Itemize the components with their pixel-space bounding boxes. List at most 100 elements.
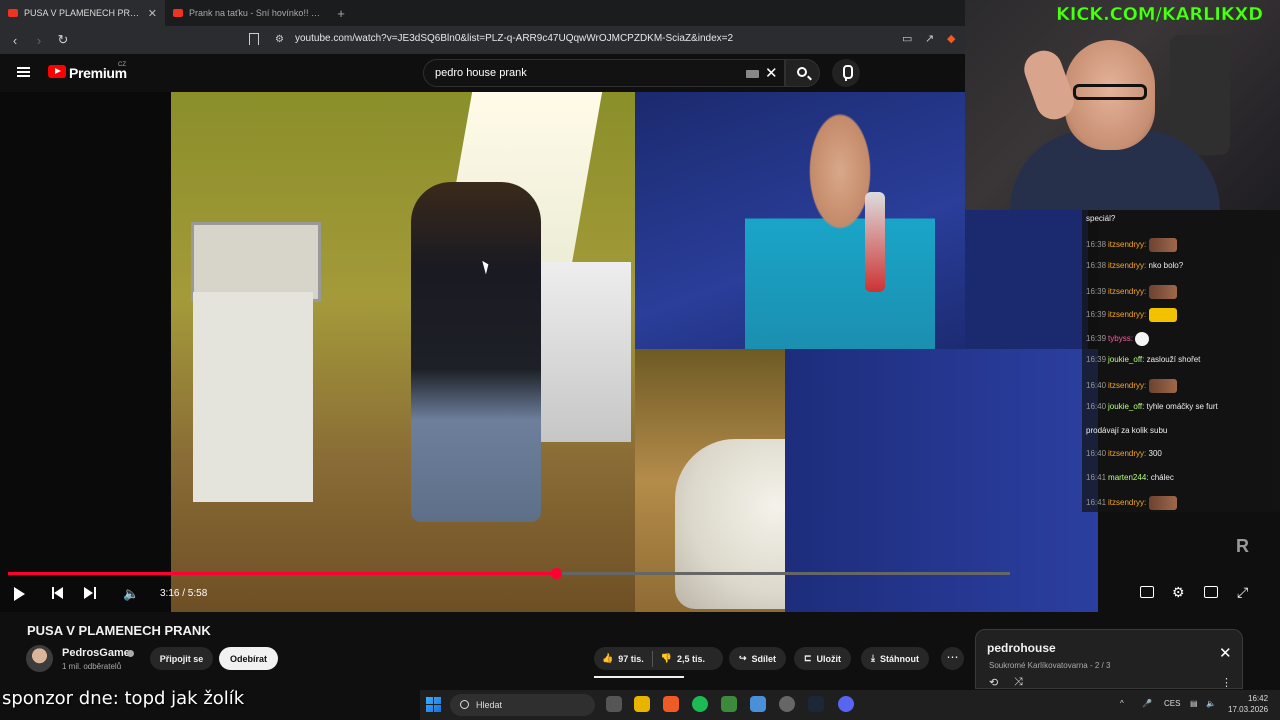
dislike-button[interactable]: 👎 2,5 tis. bbox=[653, 653, 713, 664]
next-icon[interactable] bbox=[84, 587, 96, 599]
search-button[interactable] bbox=[785, 59, 820, 87]
playlist-title[interactable]: pedrohouse bbox=[987, 641, 1056, 655]
tray-chevron-icon[interactable]: ^ bbox=[1120, 699, 1124, 708]
bookmark-icon: ⊏ bbox=[804, 653, 812, 663]
chat-username[interactable]: itzsendryy: bbox=[1108, 449, 1146, 458]
settings-icon[interactable]: ⚙ bbox=[1172, 584, 1185, 601]
join-button[interactable]: Připojit se bbox=[150, 647, 213, 670]
country-code: CZ bbox=[118, 62, 126, 68]
chat-username[interactable]: itzsendryy: bbox=[1108, 498, 1146, 507]
fullscreen-icon[interactable]: ⤢ bbox=[1237, 584, 1248, 601]
chat-message: 16:38 itzsendryy: nko bolo? bbox=[1086, 261, 1183, 270]
video-shelf bbox=[531, 262, 631, 442]
clear-search-icon[interactable]: ✕ bbox=[765, 64, 778, 82]
chat-message: 16:39 joukie_off: zaslouží shořet bbox=[1086, 355, 1200, 364]
chat-timestamp: 16:41 bbox=[1086, 472, 1107, 482]
previous-icon[interactable] bbox=[52, 587, 64, 599]
kick-url-overlay: KICK.COM/KARLIKXD bbox=[1056, 4, 1264, 26]
video-fridge bbox=[193, 292, 313, 502]
chat-username[interactable]: itzsendryy: bbox=[1108, 381, 1146, 390]
chat-message: 16:39 itzsendryy: bbox=[1086, 284, 1177, 299]
clock-time: 16:42 bbox=[1248, 694, 1269, 703]
app-icon[interactable] bbox=[750, 696, 766, 712]
playlist-menu-icon[interactable]: ⋮ bbox=[1221, 676, 1232, 689]
menu-icon[interactable] bbox=[17, 67, 30, 77]
miniplayer-icon[interactable] bbox=[1204, 586, 1218, 598]
chat-username[interactable]: tybyss: bbox=[1108, 334, 1133, 343]
microphone-icon[interactable]: 🎤 bbox=[1142, 699, 1152, 708]
more-actions-icon[interactable]: ⋯ bbox=[941, 647, 964, 670]
cast-icon[interactable]: ▭ bbox=[902, 32, 912, 45]
share-page-icon[interactable]: ↗ bbox=[925, 32, 934, 45]
language-indicator[interactable]: CES bbox=[1164, 699, 1180, 708]
app-icon[interactable] bbox=[721, 696, 737, 712]
chat-username[interactable]: itzsendryy: bbox=[1108, 240, 1146, 249]
spotify-icon[interactable] bbox=[692, 696, 708, 712]
play-icon[interactable] bbox=[14, 587, 25, 601]
chat-message: 16:38 itzsendryy: bbox=[1086, 237, 1177, 252]
video-bottle bbox=[865, 192, 885, 292]
chat-message: prodávají za kolik subu bbox=[1086, 426, 1167, 435]
discord-icon[interactable] bbox=[838, 696, 854, 712]
chat-username[interactable]: itzsendryy: bbox=[1108, 287, 1146, 296]
steam-icon[interactable] bbox=[808, 696, 824, 712]
chat-username[interactable]: joukie_off: bbox=[1108, 402, 1144, 411]
tab-label: Prank na taťku - Sní hovínko!! - YouT bbox=[189, 8, 322, 18]
video-frame-blue bbox=[965, 210, 1088, 350]
keyboard-icon[interactable] bbox=[746, 70, 759, 78]
search-query[interactable]: pedro house prank bbox=[435, 67, 527, 79]
chat-username[interactable]: itzsendryy: bbox=[1108, 261, 1146, 270]
reload-icon[interactable]: ↻ bbox=[56, 32, 70, 48]
chat-username[interactable]: joukie_off: bbox=[1108, 355, 1144, 364]
video-player[interactable] bbox=[0, 92, 1098, 612]
youtube-header: Premium CZ pedro house prank ✕ bbox=[0, 54, 965, 92]
close-tab-icon[interactable]: ✕ bbox=[148, 7, 157, 20]
clock[interactable]: 16:42 17.03.2026 bbox=[1228, 693, 1268, 715]
taskbar-search[interactable]: Hledat bbox=[450, 694, 595, 716]
youtube-logo-icon[interactable] bbox=[48, 65, 66, 78]
video-person bbox=[411, 182, 541, 522]
loop-icon[interactable]: ⟲ bbox=[989, 676, 998, 689]
channel-watermark-icon[interactable]: R bbox=[1236, 536, 1249, 557]
browser-tab[interactable]: Prank na taťku - Sní hovínko!! - YouT bbox=[165, 0, 330, 26]
youtube-favicon-icon bbox=[8, 9, 18, 17]
chat-emote-icon bbox=[1135, 331, 1150, 346]
windows-start-icon[interactable] bbox=[426, 697, 441, 712]
subtitles-icon[interactable] bbox=[1140, 586, 1154, 598]
download-button[interactable]: ⤓ Stáhnout bbox=[861, 647, 929, 670]
volume-icon[interactable]: 🔈 bbox=[123, 586, 139, 602]
progress-bar[interactable] bbox=[8, 568, 1010, 579]
obs-icon[interactable] bbox=[779, 696, 795, 712]
chat-text: nko bolo? bbox=[1148, 261, 1184, 270]
volume-tray-icon[interactable]: 🔈 bbox=[1206, 699, 1216, 708]
chat-username[interactable]: marten244: bbox=[1108, 473, 1148, 482]
browser-tab-strip: PUSA V PLAMENECH PRANK ✕ Prank na taťku … bbox=[0, 0, 965, 26]
save-button[interactable]: ⊏ Uložit bbox=[794, 647, 852, 670]
file-explorer-icon[interactable] bbox=[634, 696, 650, 712]
like-button[interactable]: 👍 97 tis. bbox=[594, 653, 652, 664]
chat-username[interactable]: itzsendryy: bbox=[1108, 310, 1146, 319]
back-icon[interactable]: ‹ bbox=[8, 33, 22, 48]
windows-taskbar: Hledat ^ 🎤 CES ▤ 🔈 16:42 17.03.2026 bbox=[420, 690, 1280, 720]
browser-tab-active[interactable]: PUSA V PLAMENECH PRANK ✕ bbox=[0, 0, 165, 26]
brave-shield-icon[interactable]: ◆ bbox=[947, 32, 955, 45]
playlist-panel: pedrohouse Soukromé Karlíkovatovarna - 2… bbox=[975, 629, 1243, 689]
share-button[interactable]: ↪ Sdílet bbox=[729, 647, 787, 670]
search-input[interactable]: pedro house prank ✕ bbox=[423, 59, 785, 87]
chat-message: 16:41 itzsendryy: bbox=[1086, 496, 1177, 510]
network-icon[interactable]: ▤ bbox=[1190, 699, 1198, 708]
subscribe-button[interactable]: Odebírat bbox=[219, 647, 278, 670]
channel-name[interactable]: PedrosGame bbox=[62, 647, 130, 659]
task-view-icon[interactable] bbox=[606, 696, 622, 712]
channel-avatar[interactable] bbox=[26, 645, 53, 672]
voice-search-icon[interactable] bbox=[832, 59, 860, 87]
bookmark-icon[interactable] bbox=[249, 33, 259, 45]
shuffle-icon[interactable]: ⤨ bbox=[1014, 676, 1023, 689]
forward-icon[interactable]: › bbox=[32, 33, 46, 48]
new-tab-button[interactable]: + bbox=[330, 6, 352, 21]
site-info-icon[interactable]: ⚙ bbox=[275, 34, 284, 45]
brave-browser-icon[interactable] bbox=[663, 696, 679, 712]
close-playlist-icon[interactable]: ✕ bbox=[1219, 644, 1232, 662]
tab-label: PUSA V PLAMENECH PRANK bbox=[24, 8, 142, 18]
url-field[interactable]: youtube.com/watch?v=JE3dSQ6Bln0&list=PLZ… bbox=[295, 33, 733, 44]
